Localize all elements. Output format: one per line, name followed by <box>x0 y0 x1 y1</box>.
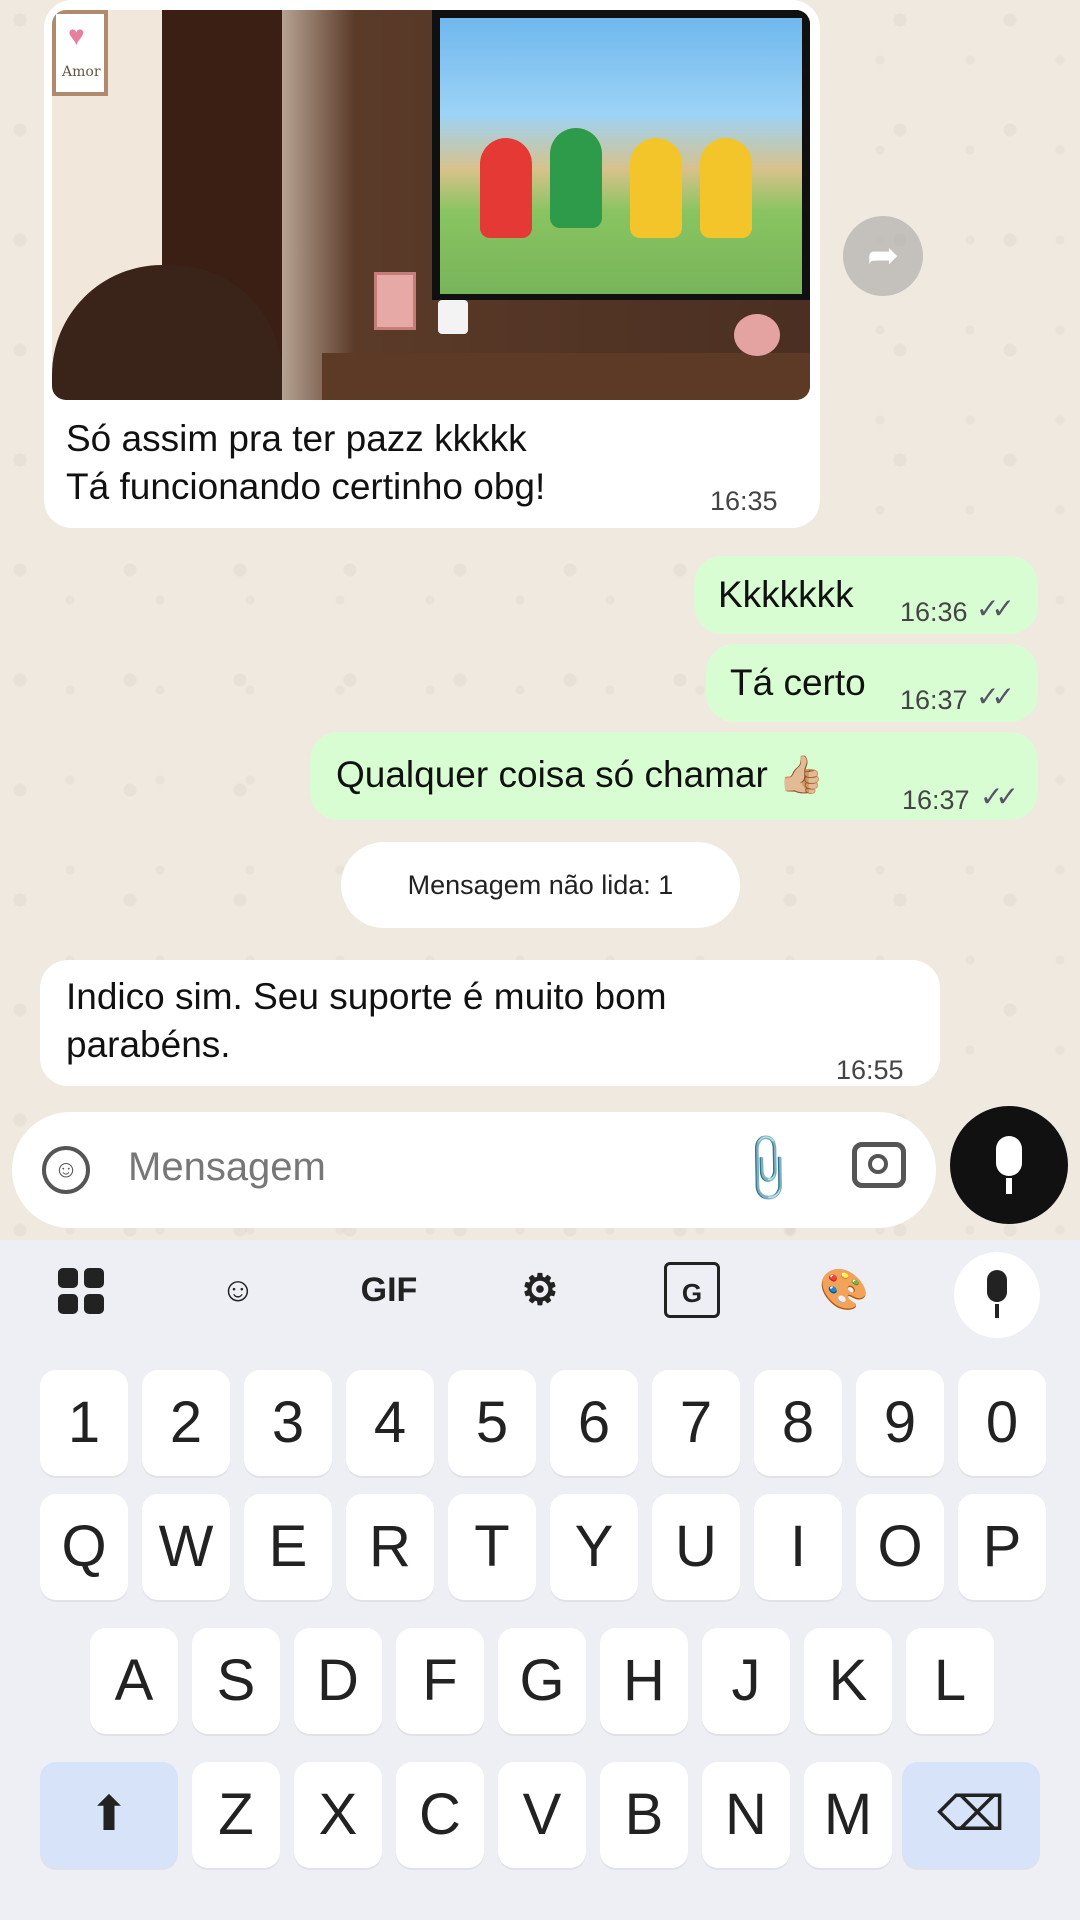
photo-shelf <box>322 353 810 400</box>
key-h[interactable]: H <box>600 1628 688 1734</box>
key-f[interactable]: F <box>396 1628 484 1734</box>
caption-line-1: Só assim pra ter pazz kkkkk <box>66 418 527 459</box>
palette-icon[interactable]: 🎨 <box>814 1262 874 1318</box>
key-2[interactable]: 2 <box>142 1370 230 1476</box>
key-v[interactable]: V <box>498 1762 586 1868</box>
message-time: 16:35 <box>710 486 778 516</box>
key-p[interactable]: P <box>958 1494 1046 1600</box>
key-d[interactable]: D <box>294 1628 382 1734</box>
key-q[interactable]: Q <box>40 1494 128 1600</box>
voice-record-button[interactable] <box>950 1106 1068 1224</box>
message-photo[interactable]: ♥ Amor <box>52 10 810 400</box>
photo-plant-pot <box>438 300 468 334</box>
key-b[interactable]: B <box>600 1762 688 1868</box>
sticker-icon[interactable]: ☺ <box>208 1262 268 1318</box>
key-k[interactable]: K <box>804 1628 892 1734</box>
key-5[interactable]: 5 <box>448 1370 536 1476</box>
message-text: Kkkkkkk <box>718 574 854 615</box>
camera-icon[interactable] <box>852 1142 906 1188</box>
mic-stand <box>1006 1178 1012 1194</box>
key-z[interactable]: Z <box>192 1762 280 1868</box>
chat-area[interactable]: ♥ Amor Só assim pra ter pazz kkkkk Tá fu… <box>0 0 1080 1240</box>
read-receipt-icon: ✓✓ <box>976 593 1015 624</box>
shift-key[interactable]: ⬆ <box>40 1762 178 1868</box>
key-y[interactable]: Y <box>550 1494 638 1600</box>
translate-icon[interactable]: G <box>664 1262 720 1318</box>
key-6[interactable]: 6 <box>550 1370 638 1476</box>
message-text: Tá certo <box>730 662 866 703</box>
grid-cell <box>84 1294 104 1314</box>
key-t[interactable]: T <box>448 1494 536 1600</box>
photo-picture-frame <box>374 272 416 330</box>
forward-icon[interactable]: ➦ <box>843 216 923 296</box>
caption-line-2: Tá funcionando certinho obg! <box>66 466 546 507</box>
key-4[interactable]: 4 <box>346 1370 434 1476</box>
cartoon-character <box>550 128 602 228</box>
read-receipt-icon: ✓✓ <box>980 781 1019 812</box>
sticker-icon[interactable]: ☺ <box>42 1146 90 1194</box>
key-j[interactable]: J <box>702 1628 790 1734</box>
unread-divider: Mensagem não lida: 1 <box>341 842 740 928</box>
message-line-1: Indico sim. Seu suporte é muito bom <box>66 976 667 1017</box>
key-3[interactable]: 3 <box>244 1370 332 1476</box>
settings-gear-icon[interactable]: ⚙ <box>510 1262 570 1318</box>
keyboard-mic-icon[interactable] <box>954 1252 1040 1338</box>
message-text: Qualquer coisa só chamar 👍🏼 <box>336 754 825 795</box>
key-s[interactable]: S <box>192 1628 280 1734</box>
cartoon-character <box>480 138 532 238</box>
tv-screen <box>440 18 802 294</box>
key-7[interactable]: 7 <box>652 1370 740 1476</box>
key-x[interactable]: X <box>294 1762 382 1868</box>
grid-cell <box>58 1268 78 1288</box>
gif-button[interactable]: GIF <box>354 1262 424 1318</box>
key-i[interactable]: I <box>754 1494 842 1600</box>
mic-icon <box>987 1270 1007 1302</box>
frame-text: Amor <box>62 64 101 80</box>
key-l[interactable]: L <box>906 1628 994 1734</box>
incoming-message[interactable]: Indico sim. Seu suporte é muito bom para… <box>40 960 940 1086</box>
mic-stand <box>995 1304 999 1318</box>
mic-icon <box>996 1136 1022 1176</box>
key-u[interactable]: U <box>652 1494 740 1600</box>
key-c[interactable]: C <box>396 1762 484 1868</box>
message-time: 16:36 <box>900 597 968 627</box>
outgoing-message[interactable]: Qualquer coisa só chamar 👍🏼 16:37 ✓✓ <box>310 732 1038 820</box>
key-n[interactable]: N <box>702 1762 790 1868</box>
key-g[interactable]: G <box>498 1628 586 1734</box>
attach-icon[interactable]: 📎 <box>727 1127 809 1209</box>
key-m[interactable]: M <box>804 1762 892 1868</box>
photo-vase <box>734 314 780 356</box>
key-8[interactable]: 8 <box>754 1370 842 1476</box>
backspace-key[interactable]: ⌫ <box>902 1762 1040 1868</box>
key-e[interactable]: E <box>244 1494 332 1600</box>
message-time: 16:37 <box>900 685 968 715</box>
cartoon-character <box>700 138 752 238</box>
message-time: 16:55 <box>836 1055 904 1085</box>
outgoing-message[interactable]: Kkkkkkk 16:36 ✓✓ <box>694 556 1038 634</box>
grid-cell <box>58 1294 78 1314</box>
key-1[interactable]: 1 <box>40 1370 128 1476</box>
message-composer[interactable]: ☺ Mensagem 📎 <box>12 1112 936 1228</box>
grid-cell <box>84 1268 104 1288</box>
message-time: 16:37 <box>902 785 970 815</box>
key-a[interactable]: A <box>90 1628 178 1734</box>
message-line-2: parabéns. <box>66 1024 231 1065</box>
key-0[interactable]: 0 <box>958 1370 1046 1476</box>
outgoing-message[interactable]: Tá certo 16:37 ✓✓ <box>706 644 1038 722</box>
key-o[interactable]: O <box>856 1494 944 1600</box>
message-input[interactable]: Mensagem <box>128 1145 326 1190</box>
key-r[interactable]: R <box>346 1494 434 1600</box>
read-receipt-icon: ✓✓ <box>976 681 1015 712</box>
key-w[interactable]: W <box>142 1494 230 1600</box>
keyboard: ☺ GIF ⚙ G 🎨 1234567890 QWERTYUIOP ASDFGH… <box>0 1240 1080 1920</box>
cartoon-character <box>630 138 682 238</box>
key-9[interactable]: 9 <box>856 1370 944 1476</box>
heart-icon: ♥ <box>68 20 85 51</box>
apps-grid-icon[interactable] <box>58 1268 106 1316</box>
photo-frame: ♥ Amor <box>52 10 108 96</box>
